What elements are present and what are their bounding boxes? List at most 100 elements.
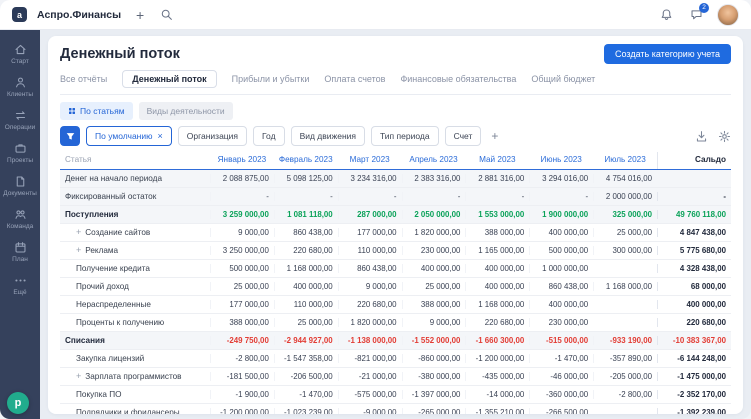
column-month: Апрель 2023 <box>409 155 458 164</box>
sidebar-item-documents[interactable]: Документы <box>0 170 40 203</box>
more-icon <box>14 274 27 287</box>
cell-saldo: -1 392 239,00 <box>657 408 731 414</box>
cell-value: 2 088 875,00 <box>210 174 274 183</box>
filter-chip-account[interactable]: Счет <box>444 126 482 146</box>
tab-invoices[interactable]: Оплата счетов <box>324 71 385 87</box>
download-icon <box>695 130 708 143</box>
topbar-left: a Аспро.Финансы + <box>12 6 175 24</box>
sidebar-item-projects[interactable]: Проекты <box>0 137 40 170</box>
table-row-advertising[interactable]: + Реклама 3 250 000,00 220 680,00 110 000,00… <box>60 242 731 260</box>
cell-value: -860 000,00 <box>401 354 466 363</box>
chat-widget-button[interactable]: p <box>7 392 29 414</box>
column-month: Май 2023 <box>479 155 516 164</box>
card-head: Денежный поток Создать категорию учета <box>60 44 731 64</box>
search-button[interactable] <box>157 6 175 24</box>
toggle-activity-types[interactable]: Виды деятельности <box>138 102 233 120</box>
topbar-actions-right: 2 <box>657 2 709 24</box>
export-button[interactable] <box>695 130 708 143</box>
expand-icon[interactable]: + <box>76 246 81 255</box>
sidebar-item-plan[interactable]: План <box>0 236 40 269</box>
notifications-button[interactable] <box>657 6 675 24</box>
cell-value: 3 250 000,00 <box>210 246 274 255</box>
row-label: Закупка лицензий <box>60 354 210 363</box>
table-row-interest-receivable[interactable]: Проценты к получению 388 000,00 25 000,00 1… <box>60 314 731 332</box>
cell-value: 388 000,00 <box>465 228 529 237</box>
cell-value: 1 168 000,00 <box>273 264 338 273</box>
row-label-text: Проценты к получению <box>76 318 165 327</box>
tab-cash-flow[interactable]: Денежный поток <box>122 70 217 88</box>
filter-chip-movement-type[interactable]: Вид движения <box>290 126 365 146</box>
filter-chips: Организация Год Вид движения Тип периода Сче… <box>177 126 482 146</box>
row-label: Денег на начало периода <box>60 174 210 183</box>
add-filter-button[interactable]: + <box>487 130 502 142</box>
table-row-dev-salary[interactable]: + Зарплата программистов -181 500,00 -206 5… <box>60 368 731 386</box>
sidebar-item-label: Операции <box>4 124 36 131</box>
cell-saldo: - <box>657 192 731 201</box>
table-row-software[interactable]: Покупка ПО -1 900,00 -1 470,00 -575 000,00-… <box>60 386 731 404</box>
home-icon <box>14 43 27 56</box>
filter-chip-year[interactable]: Год <box>253 126 285 146</box>
expand-icon[interactable]: + <box>76 228 81 237</box>
sidebar-item-start[interactable]: Старт <box>0 38 40 71</box>
sidebar-item-operations[interactable]: Операции <box>0 104 40 137</box>
sidebar-item-team[interactable]: Команда <box>0 203 40 236</box>
search-icon <box>160 8 173 21</box>
cell-value: 25 000,00 <box>273 318 338 327</box>
report-tabs: Все отчёты Денежный поток Прибыли и убытки… <box>60 69 731 95</box>
toggle-by-articles[interactable]: По статьям <box>60 102 133 120</box>
app-window: a Аспро.Финансы + 2 Старт Клиенты Операц… <box>0 0 751 419</box>
filter-chip-organization[interactable]: Организация <box>177 126 248 146</box>
table-row-opening-balance[interactable]: Денег на начало периода 2 088 875,00 5 098… <box>60 170 731 188</box>
cell-value: -46 000,00 <box>529 372 593 381</box>
table-row-fixed-balance[interactable]: Фиксированный остаток - - - - - -2 000 000,00- <box>60 188 731 206</box>
row-label: Получение кредита <box>60 264 210 273</box>
new-button[interactable]: + <box>131 6 149 24</box>
table-row-contractors[interactable]: Подрядчики и фрилансеры -1 200 000,00 -1 0… <box>60 404 731 414</box>
cell-value: -2 944 927,00 <box>273 336 338 345</box>
table-row-site-creation[interactable]: + Создание сайтов 9 000,00 860 438,00 177 00… <box>60 224 731 242</box>
cell-value: -1 900,00 <box>210 390 274 399</box>
cell-value: 177 000,00 <box>210 300 274 309</box>
table-row-income[interactable]: Поступления 3 259 000,00 1 081 118,00 287 0… <box>60 206 731 224</box>
sidebar-item-clients[interactable]: Клиенты <box>0 71 40 104</box>
close-icon[interactable]: × <box>157 131 162 141</box>
projects-icon <box>14 142 27 155</box>
messages-button[interactable]: 2 <box>687 2 709 24</box>
filter-preset-label: По умолчанию <box>95 131 153 141</box>
cell-value: 2 050 000,00 <box>401 210 466 219</box>
app-logo: a <box>12 7 27 22</box>
cell-saldo: 5 775 680,00 <box>657 246 731 255</box>
cell-value: -575 000,00 <box>337 390 402 399</box>
cell-value: 2 000 000,00 <box>593 192 657 201</box>
column-month: Март 2023 <box>349 155 390 164</box>
table-row-undistributed[interactable]: Нераспределенные 177 000,00 110 000,00 220 … <box>60 296 731 314</box>
row-label-text: Закупка лицензий <box>76 354 145 363</box>
tab-profit-loss[interactable]: Прибыли и убытки <box>232 71 310 87</box>
row-label-text: Создание сайтов <box>85 228 151 237</box>
table-row-licenses[interactable]: Закупка лицензий -2 800,00 -1 547 358,00 -8… <box>60 350 731 368</box>
row-label: Покупка ПО <box>60 390 210 399</box>
tab-budget[interactable]: Общий бюджет <box>531 71 595 87</box>
cell-value: -2 800,00 <box>210 354 274 363</box>
documents-icon <box>14 175 27 188</box>
table-row-other-income[interactable]: Прочий доход 25 000,00 400 000,00 9 000,00 2… <box>60 278 731 296</box>
tab-all-reports[interactable]: Все отчёты <box>60 71 107 87</box>
cell-value: 1 081 118,00 <box>273 210 338 219</box>
filter-preset-chip[interactable]: По умолчанию × <box>86 126 172 146</box>
table-row-expenses[interactable]: Списания -249 750,00 -2 944 927,00 -1 138 0… <box>60 332 731 350</box>
filter-funnel-button[interactable] <box>60 126 80 146</box>
filter-chip-period-type[interactable]: Тип периода <box>370 126 439 146</box>
create-category-button[interactable]: Создать категорию учета <box>604 44 731 64</box>
table-row-loan[interactable]: Получение кредита 500 000,00 1 168 000,00 8… <box>60 260 731 278</box>
cell-saldo: 4 847 438,00 <box>657 228 731 237</box>
sidebar-item-more[interactable]: Ещё <box>0 269 40 302</box>
team-icon <box>14 208 27 221</box>
row-label-text: Фиксированный остаток <box>65 192 157 201</box>
user-avatar[interactable] <box>717 3 739 26</box>
row-label: + Создание сайтов <box>60 228 210 237</box>
cell-value: 110 000,00 <box>337 246 402 255</box>
settings-button[interactable] <box>718 130 731 143</box>
expand-icon[interactable]: + <box>76 372 81 381</box>
clients-icon <box>14 76 27 89</box>
tab-obligations[interactable]: Финансовые обязательства <box>400 71 516 87</box>
